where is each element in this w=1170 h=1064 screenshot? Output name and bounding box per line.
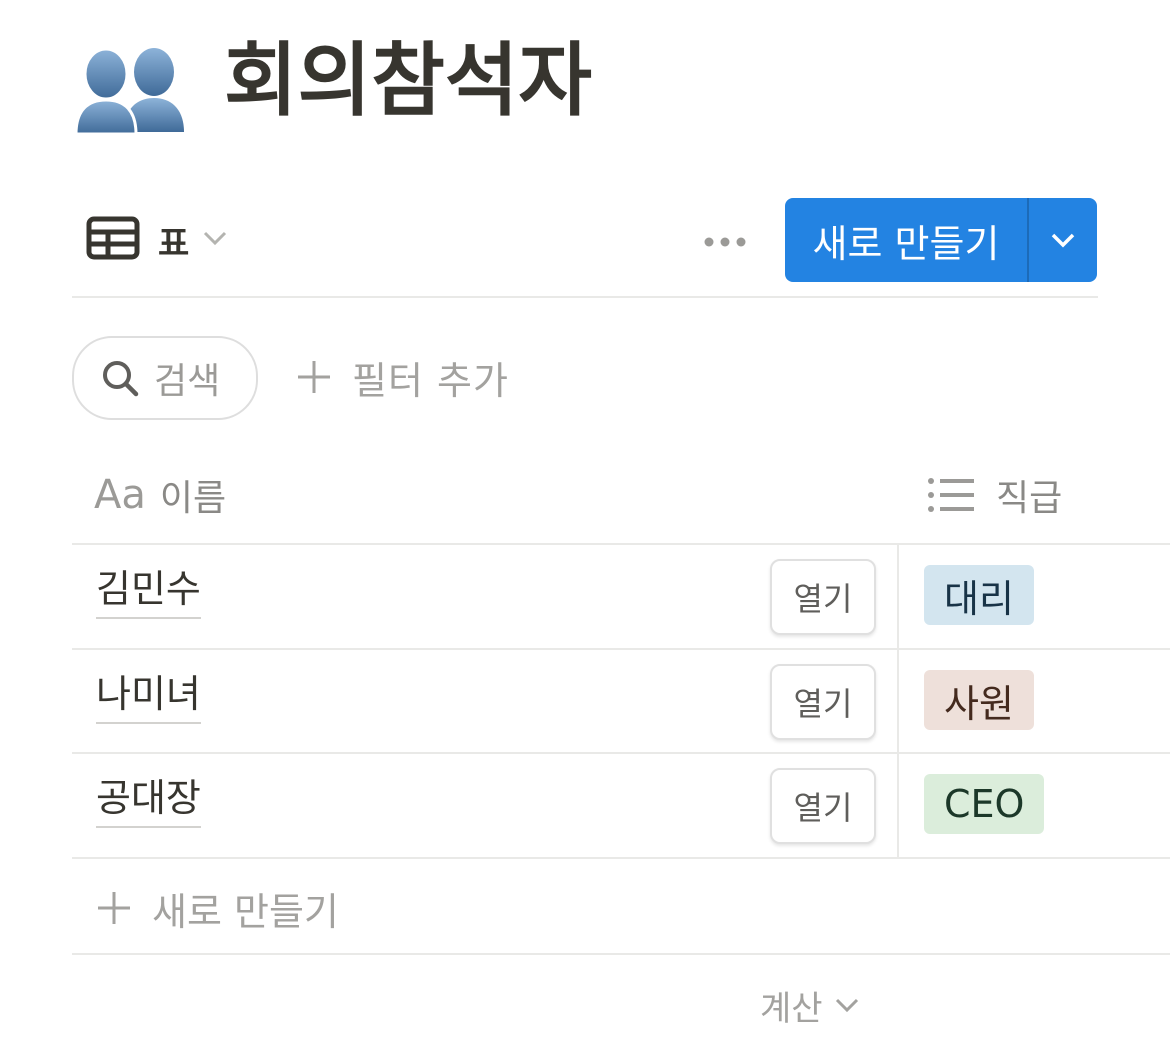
- calculate-label: 계산: [760, 988, 823, 1029]
- list-icon: [928, 478, 974, 512]
- rank-tag[interactable]: 대리: [924, 565, 1034, 625]
- search-placeholder: 검색: [154, 361, 221, 402]
- chevron-down-icon: [1051, 233, 1075, 248]
- toolbar-divider: [72, 296, 1098, 298]
- plus-icon: [298, 361, 330, 393]
- add-filter-button[interactable]: 필터 추가: [294, 346, 509, 408]
- column-header-label: 직급: [996, 478, 1063, 519]
- add-row-button[interactable]: 새로 만들기: [94, 880, 339, 936]
- chevron-down-icon: [201, 228, 229, 252]
- new-record-button[interactable]: 새로 만들기: [785, 198, 1027, 282]
- calculate-button[interactable]: 계산: [760, 980, 861, 1030]
- ellipsis-icon: [704, 237, 746, 247]
- page-title[interactable]: 회의참석자: [224, 26, 592, 136]
- add-row-label: 새로 만들기: [152, 889, 339, 934]
- table-row: 나미녀 열기 사원: [72, 650, 1170, 754]
- search-icon: [103, 361, 139, 397]
- rank-tag[interactable]: CEO: [924, 774, 1045, 834]
- search-input[interactable]: 검색: [72, 336, 258, 420]
- open-row-button[interactable]: 열기: [770, 559, 876, 635]
- more-options-button[interactable]: [700, 222, 750, 262]
- rank-tag[interactable]: 사원: [924, 670, 1034, 730]
- column-header-rank[interactable]: 직급: [926, 468, 1062, 522]
- add-filter-label: 필터 추가: [352, 358, 509, 403]
- new-record-button-group: 새로 만들기: [785, 198, 1097, 282]
- busts-in-silhouette-icon[interactable]: [72, 40, 188, 136]
- view-label: 표: [158, 223, 190, 264]
- column-header-name[interactable]: Aa 이름: [94, 468, 226, 522]
- row-name[interactable]: 나미녀: [96, 668, 201, 724]
- chevron-down-icon: [835, 998, 858, 1013]
- table-row: 공대장 열기 CEO: [72, 754, 1170, 858]
- row-name[interactable]: 공대장: [96, 772, 201, 828]
- row-name[interactable]: 김민수: [96, 563, 201, 619]
- text-type-icon: Aa: [94, 472, 146, 518]
- column-header-label: 이름: [159, 478, 227, 519]
- open-row-button[interactable]: 열기: [770, 768, 876, 844]
- table-icon: [86, 216, 140, 264]
- row-divider: [72, 953, 1170, 955]
- table-row: 김민수 열기 대리: [72, 545, 1170, 649]
- view-switcher[interactable]: 표: [86, 214, 229, 266]
- plus-icon: [98, 892, 130, 924]
- open-row-button[interactable]: 열기: [770, 664, 876, 740]
- new-record-dropdown-button[interactable]: [1029, 198, 1097, 282]
